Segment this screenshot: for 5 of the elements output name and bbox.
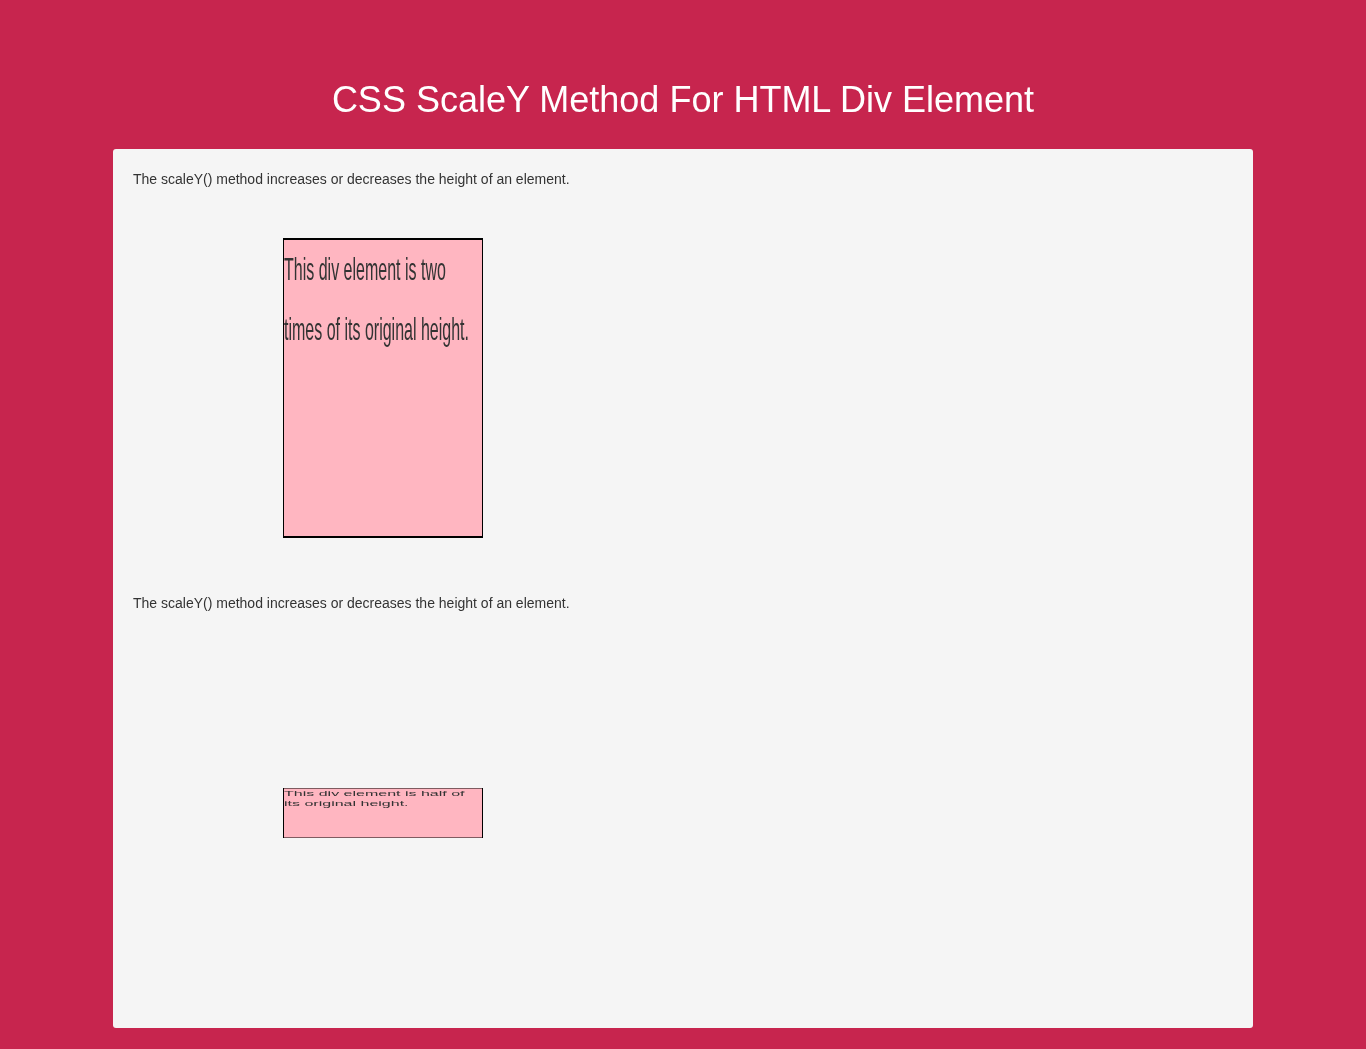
description-text: The scaleY() method increases or decreases the height of an element. (133, 170, 571, 189)
page-title: CSS ScaleY Method For HTML Div Element (330, 78, 1036, 122)
scaled-div: This div element is half of its original height. (283, 788, 483, 838)
scaled-div: This div element is two times of its original height. (283, 238, 483, 538)
description-text: The scaleY() method increases or decreases the height of an element. (133, 594, 571, 613)
